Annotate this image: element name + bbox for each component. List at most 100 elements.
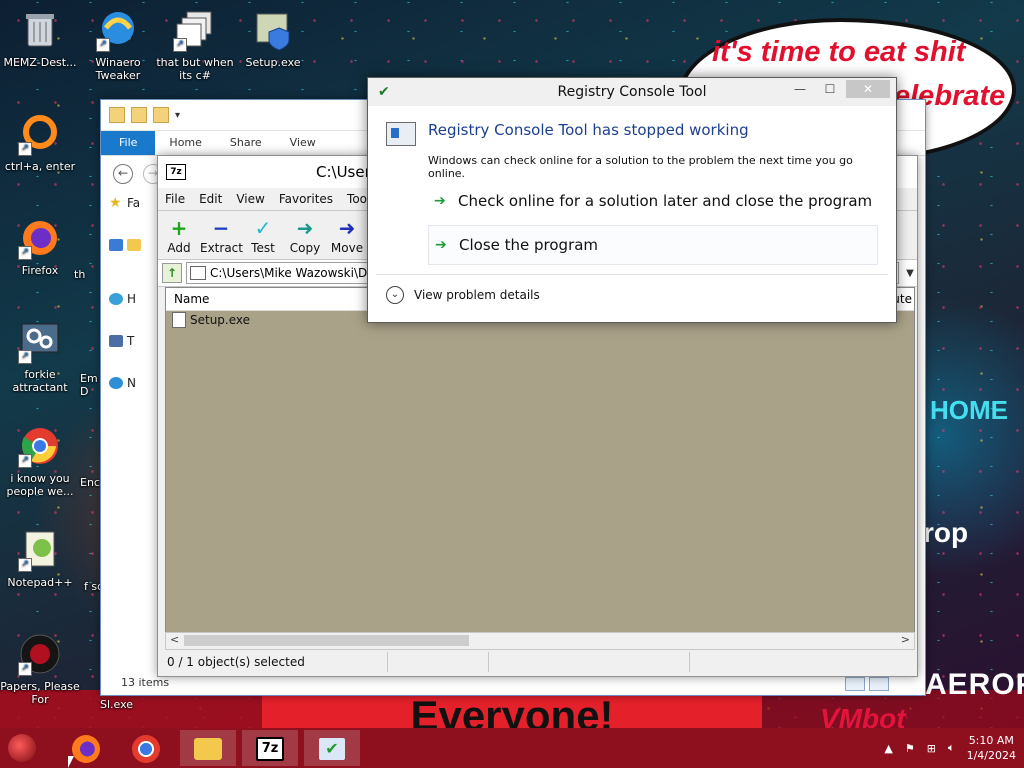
file-list[interactable]: Name ute Setup.exe [165, 287, 915, 634]
menu-edit[interactable]: Edit [192, 192, 229, 206]
tab-share[interactable]: Share [216, 131, 276, 155]
orange-ring-icon: ↗ [18, 112, 62, 156]
setup-shield-icon [251, 8, 295, 52]
taskbar-chrome[interactable] [118, 730, 174, 766]
winaero-icon: ↗ [96, 8, 140, 52]
menu-favorites[interactable]: Favorites [272, 192, 340, 206]
move-button[interactable]: ➜ Move [326, 215, 368, 259]
add-icon: + [170, 216, 188, 240]
details-view-icon[interactable] [845, 677, 865, 691]
tab-file[interactable]: File [101, 131, 156, 155]
exe-file-icon [172, 312, 186, 328]
program-window-icon [386, 122, 416, 146]
tab-home[interactable]: Home [155, 131, 215, 155]
desktop-icon-label: ctrl+a, enter [4, 160, 76, 173]
chevron-down-icon[interactable]: ▼ [903, 268, 917, 279]
desktop-icon-label: Firefox [21, 264, 59, 277]
action-center-flag-icon[interactable]: ⚑ [905, 742, 915, 755]
chevron-down-icon[interactable]: ⌄ [386, 286, 404, 304]
nav-item-network[interactable]: N [109, 372, 159, 394]
taskbar-sevenzip[interactable]: 7z [242, 730, 298, 766]
start-button[interactable] [8, 734, 36, 762]
desktop-icon-label: Winaero Tweaker [95, 56, 141, 82]
menu-file[interactable]: File [158, 192, 192, 206]
test-icon: ✓ [254, 216, 272, 240]
folder-icon[interactable] [109, 107, 125, 123]
desktop-icon-label: Notepad++ [7, 576, 73, 589]
horizontal-scrollbar[interactable]: < > [165, 632, 915, 650]
system-tray: ▲ ⚑ ⊞ 🔈︎ 5:10 AM 1/4/2024 [884, 728, 1016, 768]
folder-icon [127, 239, 141, 251]
column-name[interactable]: Name [166, 292, 374, 306]
computer-icon [109, 335, 123, 347]
desktop-icon-forkie[interactable]: ↗ forkie attractant [0, 320, 82, 394]
back-icon[interactable]: ← [113, 164, 133, 184]
selection-status: 0 / 1 object(s) selected [165, 652, 388, 672]
desktop-icon-recycle-bin[interactable]: MEMZ-Dest... [0, 8, 82, 69]
chevron-down-icon[interactable]: ▾ [175, 110, 180, 121]
test-button[interactable]: ✓ Test [242, 215, 284, 259]
scroll-left-icon[interactable]: < [170, 633, 179, 646]
homegroup-icon [109, 293, 123, 305]
status-segment [388, 652, 489, 672]
dialog-title-bar[interactable]: ✔ Registry Console Tool — ☐ ✕ [368, 78, 896, 106]
taskbar-registry-console-tool[interactable]: ✔ [304, 730, 360, 766]
folder-icon [194, 737, 222, 760]
dialog-heading: Registry Console Tool has stopped workin… [428, 121, 749, 139]
taskbar-file-explorer[interactable] [180, 730, 236, 766]
item-count: 13 items [121, 676, 170, 689]
show-hidden-icons-icon[interactable]: ▲ [884, 742, 892, 755]
shortcut-arrow-icon: ↗ [18, 142, 32, 156]
wallpaper-sign: AEROFOS [925, 668, 1024, 701]
taskbar-firefox[interactable] [58, 730, 114, 766]
network-icon [109, 377, 123, 389]
shortcut-arrow-icon: ↗ [173, 38, 187, 52]
properties-icon[interactable] [131, 107, 147, 123]
network-icon[interactable]: ⊞ [927, 742, 936, 755]
stacked-windows-icon: ↗ [173, 8, 217, 52]
sevenzip-logo-icon: 7z [166, 164, 186, 180]
nav-item-desktop[interactable] [109, 234, 159, 256]
mouse-cursor-icon [68, 756, 74, 768]
check-online-option[interactable]: ➔ Check online for a solution later and … [428, 182, 876, 220]
desktop-icon-notepadpp[interactable]: ↗ Notepad++ [0, 528, 82, 589]
error-dialog[interactable]: ✔ Registry Console Tool — ☐ ✕ Registry C… [367, 77, 897, 323]
close-program-option[interactable]: ➔ Close the program [428, 225, 878, 265]
scroll-thumb[interactable] [184, 635, 469, 646]
menu-view[interactable]: View [229, 192, 271, 206]
desktop-icon-ctrl-a-enter[interactable]: ↗ ctrl+a, enter [0, 112, 82, 173]
address-text: C:\Users\Mike Wazowski\Do [210, 266, 375, 280]
recycle-bin-icon [18, 8, 62, 52]
desktop-icon [109, 239, 123, 251]
desktop-icon-papers-please[interactable]: ↗ Papers, Please For [0, 632, 82, 706]
clock[interactable]: 5:10 AM 1/4/2024 [967, 733, 1016, 763]
desktop-icon-label: i know you people we... [6, 472, 74, 498]
close-icon[interactable]: ✕ [846, 80, 890, 98]
app-check-icon: ✔ [319, 737, 345, 760]
volume-muted-icon[interactable]: 🔈︎ [948, 741, 955, 755]
desktop-icon-setup[interactable]: Setup.exe [231, 8, 315, 69]
nav-item-favorites[interactable]: ★ Fa [109, 192, 159, 214]
maximize-icon[interactable]: ☐ [816, 80, 844, 98]
scroll-right-icon[interactable]: > [901, 633, 910, 646]
large-icons-view-icon[interactable] [869, 677, 889, 691]
new-folder-icon[interactable] [153, 107, 169, 123]
dialog-body: Registry Console Tool has stopped workin… [376, 108, 888, 314]
view-problem-details-link[interactable]: View problem details [414, 288, 540, 302]
nav-item-homegroup[interactable]: H [109, 288, 159, 310]
up-folder-icon[interactable]: ↑ [162, 263, 182, 283]
shortcut-arrow-icon: ↗ [18, 246, 32, 260]
desktop-icon-that-but-when[interactable]: ↗ that but when its c# [153, 8, 237, 82]
desktop-icon-partial[interactable]: Sl.exe [100, 698, 140, 711]
file-name: Setup.exe [190, 313, 251, 327]
tab-view[interactable]: View [276, 131, 330, 155]
copy-button[interactable]: ➜ Copy [284, 215, 326, 259]
desktop-icon-chrome[interactable]: ↗ i know you people we... [0, 424, 82, 498]
minimize-icon[interactable]: — [786, 80, 814, 98]
nav-item-this-pc[interactable]: T [109, 330, 159, 352]
desktop-icon-firefox[interactable]: ↗ Firefox [0, 216, 82, 277]
desktop-icon-winaero[interactable]: ↗ Winaero Tweaker [76, 8, 160, 82]
add-button[interactable]: + Add [158, 215, 200, 259]
star-icon: ★ [109, 195, 122, 211]
extract-button[interactable]: − Extract [200, 215, 243, 259]
